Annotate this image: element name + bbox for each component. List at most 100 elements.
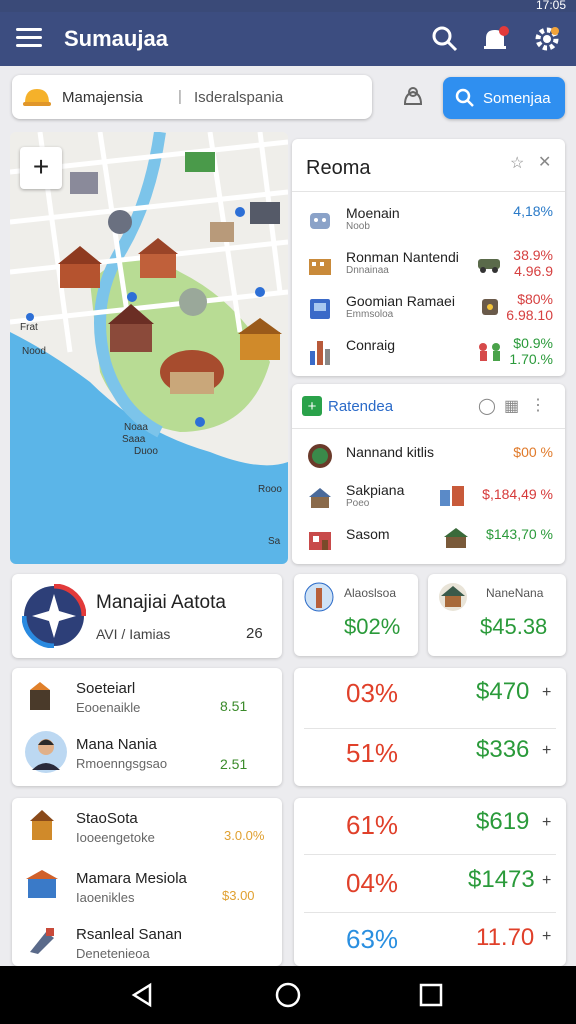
search-placeholder: Isderalspania bbox=[194, 89, 284, 106]
map-label: Sa bbox=[268, 536, 281, 547]
ratendea-panel: + Ratendea ◯ ▦ ⋮ Nannand kitlis $00 % Sa… bbox=[292, 384, 565, 564]
user-silhouette-icon[interactable] bbox=[400, 84, 426, 110]
magnifier-icon bbox=[455, 88, 474, 107]
building-avatar-icon bbox=[30, 682, 50, 710]
ratendea-title: Ratendea bbox=[328, 398, 394, 415]
ratendea-row[interactable]: Sasom $143,70 % bbox=[292, 522, 565, 566]
close-icon[interactable]: ✕ bbox=[538, 152, 551, 172]
map-label: Rooo bbox=[258, 484, 282, 495]
list-item[interactable]: Mana Nania Rmoenngsgsao 2.51 bbox=[12, 730, 282, 782]
account-subtitle: AVI / Iamias bbox=[96, 626, 171, 642]
map-label: Duoo bbox=[134, 446, 158, 457]
map-label: Noaa bbox=[124, 422, 148, 433]
system-nav-bar bbox=[0, 966, 576, 1024]
list-item[interactable]: Soeteiarl Eooenaikle 8.51 bbox=[12, 678, 282, 726]
list-item[interactable]: Rsanleal Sanan Denetenieoa bbox=[12, 924, 282, 964]
globe-icon bbox=[308, 444, 332, 468]
search-brand-text: Mamajensia bbox=[62, 89, 143, 106]
reoma-title: Reoma bbox=[306, 157, 371, 179]
metric-plus[interactable]: + bbox=[542, 814, 551, 832]
metric-amount: $1473 bbox=[468, 866, 535, 893]
account-value: 26 bbox=[246, 625, 263, 642]
app-title: Sumaujaa bbox=[64, 26, 168, 51]
metric-amount: $470 bbox=[476, 678, 530, 705]
back-icon[interactable] bbox=[130, 982, 156, 1008]
divider bbox=[304, 728, 556, 729]
home-icon[interactable] bbox=[275, 982, 301, 1008]
reoma-row[interactable]: Goomian Ramaei Emmsoloa $80% 6.98.10 bbox=[292, 291, 565, 335]
metric-percent: 51% bbox=[346, 738, 399, 768]
stat-a-label: Alaoslsoa bbox=[344, 586, 397, 600]
reoma-row[interactable]: Ronman Nantendi Dnnainaa 38.9% 4.96.9 bbox=[292, 247, 565, 291]
metric-amount: $336 bbox=[476, 736, 530, 763]
plus-box-icon: + bbox=[302, 396, 322, 416]
house-icon bbox=[309, 488, 331, 508]
places-list: StaoSota Iooeengetoke 3.0.0% Mamara Mesi… bbox=[12, 798, 282, 966]
tool-icon bbox=[30, 928, 54, 954]
metric-amount: $619 bbox=[476, 808, 530, 835]
app-bar: Sumaujaa bbox=[0, 12, 576, 66]
metrics-panel-top: 03% $470 + 51% $336 + bbox=[294, 668, 566, 786]
robot-small-icon bbox=[482, 299, 498, 315]
house-avatar-icon bbox=[439, 583, 467, 611]
search-button[interactable]: Somenjaa bbox=[443, 77, 565, 119]
stat-a-value: $02% bbox=[344, 614, 401, 639]
svg-text:+: + bbox=[308, 398, 317, 415]
figures-icon bbox=[479, 343, 500, 361]
search-field[interactable]: Mamajensia | Isderalspania bbox=[12, 75, 372, 119]
reoma-row[interactable]: Conraig $0.9% 1.70.% bbox=[292, 335, 565, 379]
person-avatar bbox=[25, 731, 67, 773]
ratendea-row[interactable]: Sakpiana Poeo $,184,49 % bbox=[292, 480, 565, 524]
hardhat-logo-icon bbox=[23, 89, 51, 106]
map-zoom-in-button[interactable]: + bbox=[20, 147, 62, 189]
refresh-icon[interactable]: ◯ bbox=[478, 396, 496, 416]
list-item[interactable]: Mamara Mesiola Iaoenikles $3.00 bbox=[12, 866, 282, 916]
reoma-row[interactable]: Moenain Noob 4,18% bbox=[292, 203, 565, 247]
divider bbox=[304, 854, 556, 855]
stat-b-label: NaneNana bbox=[486, 586, 544, 600]
list-item[interactable]: StaoSota Iooeengetoke 3.0.0% bbox=[12, 808, 282, 858]
metric-amount: 11.70 bbox=[476, 924, 535, 951]
metric-plus[interactable]: + bbox=[542, 684, 551, 702]
stat-b-value: $45.38 bbox=[480, 614, 548, 639]
settings-gear-icon[interactable] bbox=[532, 24, 562, 54]
menu-icon[interactable] bbox=[16, 28, 42, 48]
store-icon bbox=[26, 870, 58, 898]
status-clock: 17:05 bbox=[535, 0, 566, 12]
metric-percent: 04% bbox=[346, 868, 399, 898]
ratendea-row[interactable]: Nannand kitlis $00 % bbox=[292, 438, 565, 482]
pin-icon[interactable]: ☆ bbox=[510, 153, 524, 173]
map-label: Nood bbox=[22, 346, 46, 357]
metrics-panel-bottom: 61% $619 + 04% $1473 + 63% 11.70 + bbox=[294, 798, 566, 966]
tower-avatar-icon bbox=[304, 582, 334, 612]
recents-icon[interactable] bbox=[418, 982, 444, 1008]
more-icon[interactable]: ⋮ bbox=[530, 395, 546, 415]
divider bbox=[292, 428, 565, 429]
notification-icon[interactable] bbox=[480, 24, 510, 54]
grid-icon[interactable]: ▦ bbox=[504, 396, 519, 416]
map-label: Saaa bbox=[122, 434, 146, 445]
metric-percent: 63% bbox=[346, 924, 399, 954]
shop-icon bbox=[309, 532, 331, 550]
cabin-icon bbox=[444, 528, 468, 548]
stat-card-b[interactable]: NaneNana $45.38 bbox=[428, 574, 566, 656]
metric-plus[interactable]: + bbox=[542, 928, 551, 946]
search-separator: | bbox=[178, 88, 182, 105]
vehicle-icon bbox=[478, 259, 500, 273]
status-bar: 17:05 bbox=[0, 0, 576, 12]
building-icon bbox=[309, 259, 331, 275]
reoma-panel: Reoma ☆ ✕ Moenain Noob 4,18% Ronman Nant… bbox=[292, 139, 565, 376]
hut-icon bbox=[30, 810, 54, 840]
metric-percent: 61% bbox=[346, 810, 399, 840]
city-block-icon bbox=[440, 486, 464, 506]
metric-plus[interactable]: + bbox=[542, 872, 551, 890]
divider bbox=[304, 912, 556, 913]
search-icon[interactable] bbox=[430, 24, 460, 54]
compass-star-icon bbox=[22, 584, 86, 648]
account-card[interactable]: Manajiai Aatota AVI / Iamias 26 bbox=[12, 574, 282, 658]
metric-plus[interactable]: + bbox=[542, 742, 551, 760]
robot-icon bbox=[310, 213, 330, 229]
tower-icon bbox=[310, 341, 330, 365]
city-map[interactable] bbox=[10, 132, 288, 564]
stat-card-a[interactable]: Alaoslsoa $02% bbox=[294, 574, 418, 656]
